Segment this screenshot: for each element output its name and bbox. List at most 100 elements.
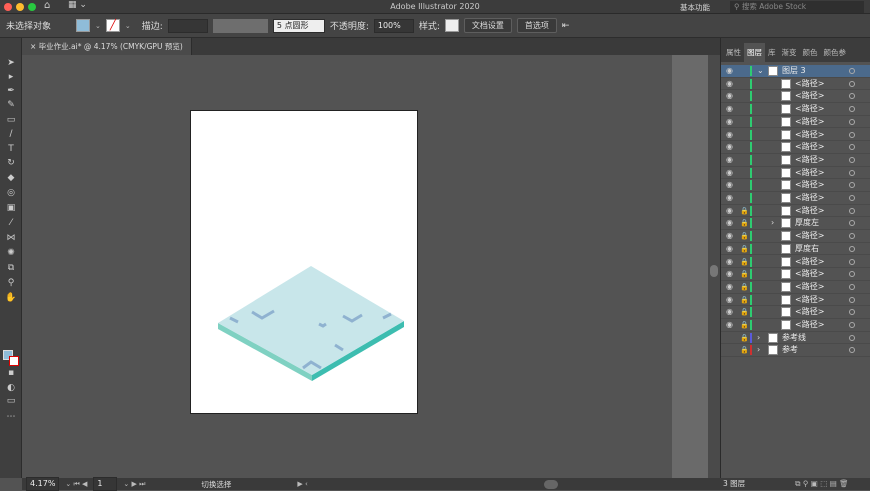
layer-row[interactable]: ◉ 🔒 <路径> [721,205,870,218]
panel-tab[interactable]: 颜色参 [821,43,850,62]
panel-tab[interactable]: 图层 [744,43,765,62]
chevron-right-icon[interactable]: › [757,344,760,356]
visibility-eye-icon[interactable]: ◉ [726,167,733,179]
target-circle-icon[interactable] [849,271,855,278]
visibility-eye-icon[interactable]: ◉ [726,230,733,242]
layer-row[interactable]: ◉ <路径> [721,192,870,205]
panel-tab[interactable]: 颜色 [800,43,821,62]
layer-row[interactable]: ◉ 🔒 <路径> [721,268,870,281]
visibility-eye-icon[interactable]: ◉ [726,306,733,318]
target-circle-icon[interactable] [849,80,855,87]
visibility-eye-icon[interactable]: ◉ [726,268,733,280]
visibility-eye-icon[interactable]: ◉ [726,294,733,306]
vertical-scrollbar[interactable] [708,55,720,478]
visibility-eye-icon[interactable]: ◉ [726,281,733,293]
chevron-down-icon[interactable]: ⌄ [757,65,764,77]
visibility-eye-icon[interactable]: ◉ [726,154,733,166]
visibility-eye-icon[interactable]: ◉ [726,192,733,204]
lock-icon[interactable]: 🔒 [740,205,749,217]
target-circle-icon[interactable] [849,156,855,163]
lock-icon[interactable]: 🔒 [740,344,749,356]
visibility-eye-icon[interactable]: ◉ [726,319,733,331]
zoom-level[interactable]: 4.17% [26,477,60,491]
target-circle-icon[interactable] [849,93,855,100]
chevron-right-icon[interactable]: › [757,332,760,344]
layer-row[interactable]: ◉ 🔒 <路径> [721,281,870,294]
target-circle-icon[interactable] [849,283,855,290]
lock-icon[interactable]: 🔒 [740,319,749,331]
visibility-eye-icon[interactable]: ◉ [726,256,733,268]
visibility-eye-icon[interactable]: ◉ [726,90,733,102]
visibility-eye-icon[interactable]: ◉ [726,179,733,191]
visibility-eye-icon[interactable]: ◉ [726,141,733,153]
layer-row[interactable]: ◉ <路径> [721,78,870,91]
layer-row[interactable]: ◉ <路径> [721,129,870,142]
layer-color-bar [750,307,752,318]
layer-row[interactable]: ◉ <路径> [721,179,870,192]
target-circle-icon[interactable] [849,131,855,138]
chevron-right-icon[interactable]: › [771,217,774,229]
layer-thumbnail [781,167,791,178]
layer-row[interactable]: ◉ 🔒 › 厚度左 [721,217,870,231]
target-circle-icon[interactable] [849,258,855,265]
panel-action-icons[interactable]: ⧉ ⚲ ▣ ⬚ ▤ 🗑 [795,479,849,488]
layer-row[interactable]: ◉ <路径> [721,154,870,167]
layer-row[interactable]: 🔒 › 参考线 [721,332,870,345]
visibility-eye-icon[interactable]: ◉ [726,103,733,115]
lock-icon[interactable]: 🔒 [740,268,749,280]
layer-row[interactable]: ◉ 🔒 <路径> [721,294,870,307]
layer-row[interactable]: ◉ ⌄ 图层 3 [721,65,870,78]
visibility-eye-icon[interactable]: ◉ [726,243,733,255]
lock-icon[interactable]: 🔒 [740,243,749,255]
panel-tab[interactable]: 库 [765,43,779,62]
visibility-eye-icon[interactable]: ◉ [726,65,733,77]
panel-tab[interactable]: 属性 [723,43,744,62]
target-circle-icon[interactable] [849,195,855,201]
visibility-eye-icon[interactable]: ◉ [726,217,733,229]
target-circle-icon[interactable] [849,296,855,303]
layer-row[interactable]: ◉ 🔒 厚度右 [721,243,870,256]
layer-row[interactable]: ◉ 🔒 <路径> [721,319,870,332]
lock-icon[interactable]: 🔒 [740,230,749,242]
scroll-thumb[interactable] [710,265,718,277]
visibility-eye-icon[interactable]: ◉ [726,129,733,141]
target-circle-icon[interactable] [849,68,855,74]
visibility-eye-icon[interactable]: ◉ [726,205,733,217]
layer-row[interactable]: ◉ <路径> [721,141,870,154]
target-circle-icon[interactable] [849,220,855,227]
target-circle-icon[interactable] [849,144,855,151]
layer-color-bar [750,129,752,140]
layer-row[interactable]: ◉ 🔒 <路径> [721,306,870,319]
target-circle-icon[interactable] [849,207,855,214]
target-circle-icon[interactable] [849,322,855,328]
layer-row[interactable]: 🔒 › 参考 [721,344,870,358]
layer-thumbnail [781,218,791,229]
target-circle-icon[interactable] [849,309,855,316]
lock-icon[interactable]: 🔒 [740,217,749,229]
target-circle-icon[interactable] [849,245,855,252]
lock-icon[interactable]: 🔒 [740,294,749,306]
target-circle-icon[interactable] [849,334,855,341]
target-circle-icon[interactable] [849,233,855,240]
target-circle-icon[interactable] [849,106,855,113]
target-circle-icon[interactable] [849,182,855,189]
layer-row[interactable]: ◉ 🔒 <路径> [721,230,870,243]
lock-icon[interactable]: 🔒 [740,281,749,293]
layer-row[interactable]: ◉ 🔒 <路径> [721,256,870,269]
target-circle-icon[interactable] [849,347,855,354]
status-mode[interactable]: 切换选择 [201,479,231,490]
layer-row[interactable]: ◉ <路径> [721,103,870,116]
visibility-eye-icon[interactable]: ◉ [726,116,733,128]
panel-tab[interactable]: 渐变 [779,43,800,62]
layer-row[interactable]: ◉ <路径> [721,167,870,180]
layer-row[interactable]: ◉ <路径> [721,116,870,129]
lock-icon[interactable]: 🔒 [740,332,749,344]
lock-icon[interactable]: 🔒 [740,306,749,318]
target-circle-icon[interactable] [849,118,855,125]
layer-row[interactable]: ◉ <路径> [721,90,870,104]
horizontal-scroll-thumb[interactable] [543,479,558,489]
artboard-number[interactable]: 1 [93,477,118,491]
target-circle-icon[interactable] [849,169,855,176]
lock-icon[interactable]: 🔒 [740,256,749,268]
visibility-eye-icon[interactable]: ◉ [726,78,733,90]
